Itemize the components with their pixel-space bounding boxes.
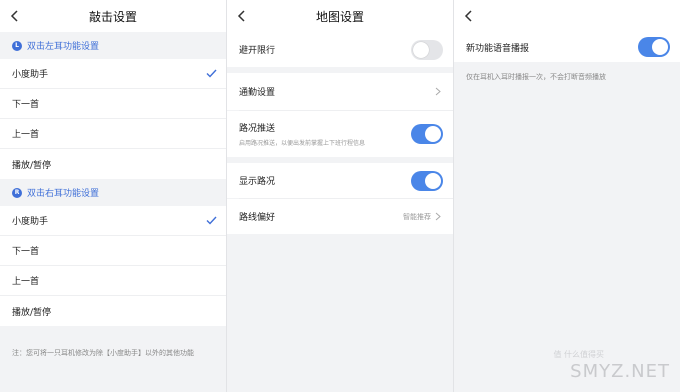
toggle-knob xyxy=(425,172,441,189)
toggle-knob xyxy=(652,39,668,55)
right-option-xiaodu[interactable]: 小度助手 xyxy=(0,206,226,236)
traffic-push-label: 路况推送 xyxy=(239,124,276,134)
option-label: 播放/暂停 xyxy=(12,160,52,171)
right-ear-section-label: 双击右耳功能设置 xyxy=(27,189,100,199)
right-ear-badge: R xyxy=(12,187,22,198)
voice-broadcast-row: 新功能语音播报 xyxy=(454,32,680,62)
nav-bar: 地图设置 xyxy=(227,0,453,32)
option-label: 下一首 xyxy=(12,100,40,110)
option-label: 上一首 xyxy=(12,130,40,140)
chevron-right-icon xyxy=(435,212,441,221)
avoid-limit-row: 避开限行 xyxy=(227,32,453,67)
left-option-play-pause[interactable]: 播放/暂停 xyxy=(0,149,226,179)
traffic-push-description: 启用路况推送，以便出发前掌握上下班行程信息 xyxy=(239,140,366,147)
left-ear-section-header: L 双击左耳功能设置 xyxy=(0,32,226,59)
toggle-knob xyxy=(425,126,441,142)
right-ear-section-header: R 双击右耳功能设置 xyxy=(0,179,226,206)
route-preference-label: 路线偏好 xyxy=(239,213,276,223)
left-option-previous[interactable]: 上一首 xyxy=(0,119,226,149)
voice-broadcast-panel: 新功能语音播报 仅在耳机入耳时播报一次，不会打断音频播放 值 什么值得买 SMY… xyxy=(454,0,680,392)
page-title: 敲击设置 xyxy=(88,10,137,24)
footnote: 注：您可将一只耳机修改为除【小度助手】以外的其他功能 xyxy=(12,349,194,357)
commute-settings-row[interactable]: 通勤设置 xyxy=(227,73,453,110)
right-option-next[interactable]: 下一首 xyxy=(0,236,226,266)
page-title: 地图设置 xyxy=(315,10,364,24)
option-label: 播放/暂停 xyxy=(12,307,52,318)
avoid-limit-label: 避开限行 xyxy=(239,46,276,56)
option-label: 下一首 xyxy=(12,247,40,257)
option-label: 上一首 xyxy=(12,277,40,287)
avoid-limit-toggle[interactable] xyxy=(411,39,443,60)
nav-bar: 敲击设置 xyxy=(0,0,226,32)
tap-settings-panel: 敲击设置 L 双击左耳功能设置 小度助手 下一首 上一首 播放/暂停 R 双击右… xyxy=(0,0,226,392)
right-ear-options: 小度助手 下一首 上一首 播放/暂停 xyxy=(0,206,226,326)
chevron-right-icon xyxy=(435,87,441,96)
toggle-knob xyxy=(413,41,429,58)
left-option-xiaodu[interactable]: 小度助手 xyxy=(0,59,226,89)
voice-broadcast-label: 新功能语音播报 xyxy=(466,43,530,54)
commute-label: 通勤设置 xyxy=(239,88,276,98)
option-label: 小度助手 xyxy=(12,70,49,80)
option-label: 小度助手 xyxy=(12,217,49,227)
nav-bar xyxy=(454,0,680,32)
watermark: SMYZ.NET xyxy=(570,361,670,382)
show-traffic-toggle[interactable] xyxy=(411,170,443,191)
back-arrow-icon[interactable] xyxy=(462,9,476,23)
check-icon xyxy=(206,216,217,225)
left-ear-options: 小度助手 下一首 上一首 播放/暂停 xyxy=(0,59,226,179)
left-option-next[interactable]: 下一首 xyxy=(0,89,226,119)
check-icon xyxy=(206,69,217,78)
left-ear-badge: L xyxy=(12,40,22,51)
map-settings-panel: 地图设置 避开限行 通勤设置 路况推送 启用路况推送，以便出发前掌握上下班行程信… xyxy=(227,0,453,392)
voice-broadcast-hint: 仅在耳机入耳时播报一次，不会打断音频播放 xyxy=(466,73,606,81)
watermark-subtext: 值 什么值得买 xyxy=(553,350,604,359)
traffic-push-row: 路况推送 启用路况推送，以便出发前掌握上下班行程信息 xyxy=(227,111,453,157)
voice-broadcast-toggle[interactable] xyxy=(638,37,670,57)
right-option-play-pause[interactable]: 播放/暂停 xyxy=(0,296,226,326)
route-preference-row[interactable]: 路线偏好 智能推荐 xyxy=(227,199,453,234)
show-traffic-row: 显示路况 xyxy=(227,163,453,198)
right-option-previous[interactable]: 上一首 xyxy=(0,266,226,296)
traffic-push-toggle[interactable] xyxy=(411,124,443,144)
left-ear-section-label: 双击左耳功能设置 xyxy=(27,42,100,52)
route-preference-value: 智能推荐 xyxy=(403,212,431,221)
show-traffic-label: 显示路况 xyxy=(239,177,276,187)
